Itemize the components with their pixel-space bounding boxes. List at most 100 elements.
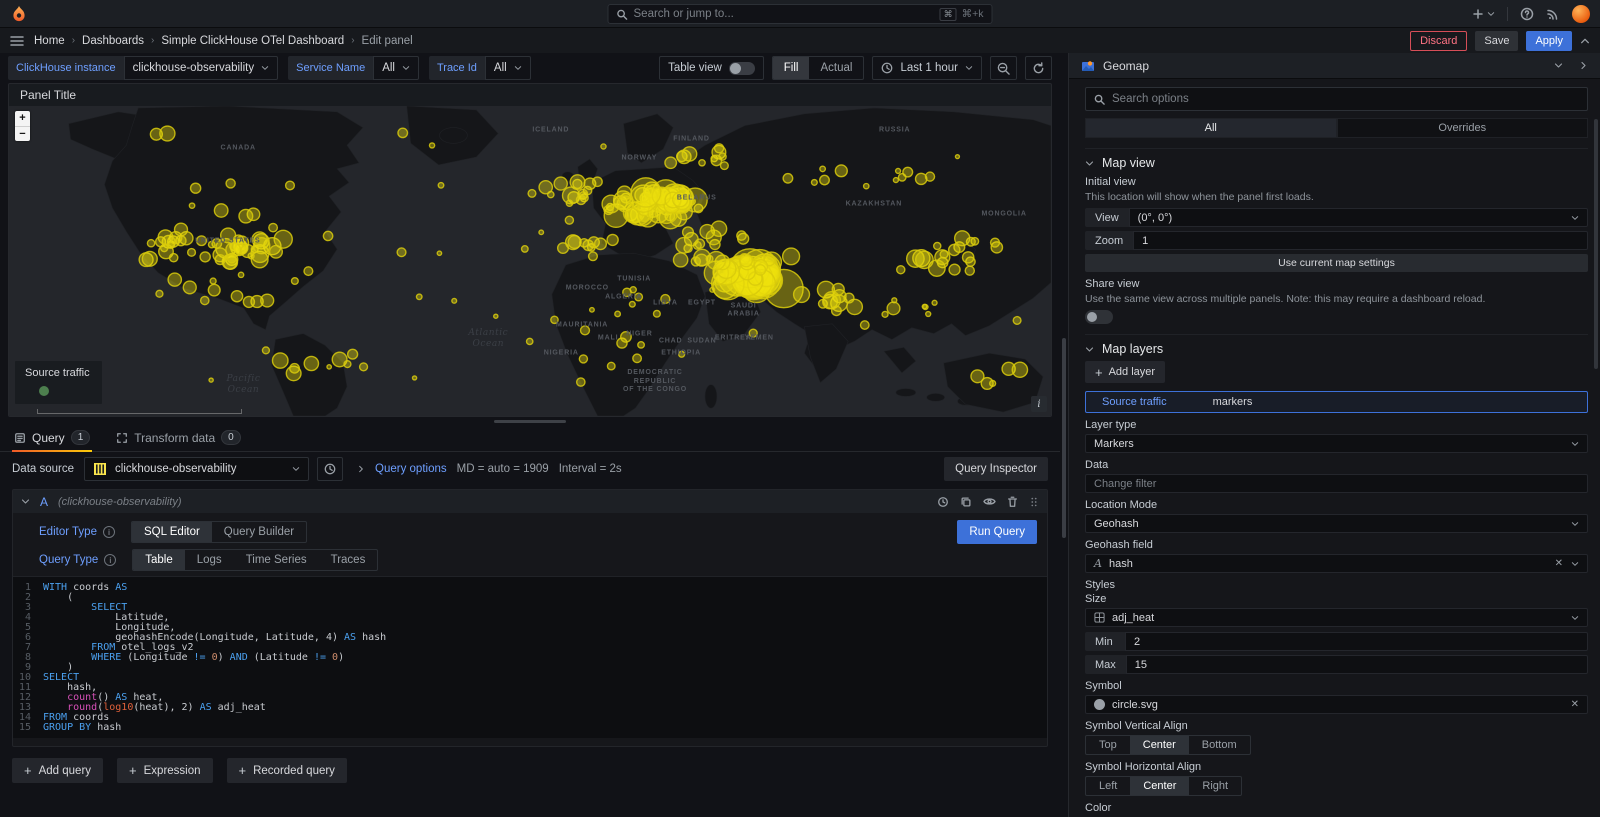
history-icon[interactable] <box>937 496 949 508</box>
save-button[interactable]: Save <box>1475 31 1518 51</box>
add-query-button[interactable]: + Add query <box>12 758 103 783</box>
geohash-field-value: hash <box>1109 558 1133 570</box>
query-row-header[interactable]: A (clickhouse-observability) <box>13 490 1047 513</box>
drag-handle-icon[interactable] <box>1029 496 1039 508</box>
geohash-field-select[interactable]: A hash ✕ <box>1085 554 1588 573</box>
breadcrumb-separator: › <box>151 35 154 46</box>
data-filter-input[interactable]: Change filter <box>1085 474 1588 493</box>
search-shortcut: ⌘+k <box>962 8 984 20</box>
display-mode-actual[interactable]: Actual <box>809 57 863 79</box>
clear-icon[interactable]: ✕ <box>1555 559 1563 569</box>
map-zoom-in-button[interactable]: + <box>15 111 30 126</box>
breadcrumb-dashboards[interactable]: Dashboards <box>82 35 144 47</box>
refresh-button[interactable] <box>1025 56 1052 80</box>
use-current-map-settings-button[interactable]: Use current map settings <box>1085 254 1588 272</box>
sha-right[interactable]: Right <box>1189 777 1241 795</box>
help-button[interactable] <box>1520 7 1534 21</box>
query-inspector-button[interactable]: Query Inspector <box>944 457 1048 481</box>
variable-trace-id[interactable]: Trace Id All <box>429 56 531 80</box>
query-type-timeseries[interactable]: Time Series <box>234 550 319 570</box>
query-type-logs[interactable]: Logs <box>185 550 234 570</box>
sha-center[interactable]: Center <box>1130 777 1189 795</box>
add-query-label: Add query <box>39 765 91 777</box>
editor-type-builder[interactable]: Query Builder <box>212 522 306 542</box>
eye-icon[interactable] <box>983 496 996 507</box>
chevron-down-icon[interactable] <box>1554 61 1563 70</box>
map-view-section-header[interactable]: Map view <box>1085 156 1588 170</box>
left-scrollbar[interactable] <box>1060 53 1068 817</box>
global-search[interactable]: Search or jump to... ⌘ ⌘+k <box>608 4 993 24</box>
grafana-logo[interactable] <box>10 5 28 23</box>
location-mode-select[interactable]: Geohash <box>1085 514 1588 533</box>
map-attribution-info[interactable]: i <box>1031 396 1047 412</box>
query-history-button[interactable] <box>317 457 343 481</box>
user-avatar[interactable] <box>1572 5 1590 23</box>
sva-top[interactable]: Top <box>1086 736 1130 754</box>
datasource-select[interactable]: clickhouse-observability <box>84 457 309 481</box>
table-view-switch[interactable] <box>729 62 755 75</box>
options-scrollbar[interactable] <box>1594 119 1598 369</box>
sha-left[interactable]: Left <box>1086 777 1130 795</box>
sva-bottom[interactable]: Bottom <box>1189 736 1250 754</box>
editor-type-sql[interactable]: SQL Editor <box>132 522 212 542</box>
add-layer-button[interactable]: + Add layer <box>1085 361 1165 383</box>
chevron-right-icon[interactable] <box>357 465 365 473</box>
add-new-button[interactable] <box>1472 8 1495 20</box>
chevron-down-icon[interactable] <box>21 497 30 506</box>
layer-row-source-traffic[interactable]: Source traffic markers <box>1085 391 1588 413</box>
tab-all[interactable]: All <box>1085 118 1337 138</box>
trash-icon[interactable] <box>1007 496 1018 508</box>
geomap-panel: Panel Title <box>8 83 1052 417</box>
menu-toggle[interactable] <box>10 35 24 47</box>
view-field-select[interactable]: (0°, 0°) <box>1129 208 1588 227</box>
world-map[interactable]: ICELANDRUSSIACANADANORWAYFINLANDBELARUSK… <box>9 106 1051 416</box>
run-query-button[interactable]: Run Query <box>957 520 1037 544</box>
table-view-toggle[interactable]: Table view <box>659 56 764 80</box>
tab-query[interactable]: Query 1 <box>12 430 92 451</box>
time-range-picker[interactable]: Last 1 hour <box>872 56 982 80</box>
discard-button[interactable]: Discard <box>1410 31 1467 51</box>
help-icon[interactable]: i <box>103 526 115 538</box>
zoom-field-input[interactable]: 1 <box>1133 231 1588 250</box>
sva-center[interactable]: Center <box>1130 736 1189 754</box>
map-zoom-out-button[interactable]: − <box>15 126 30 141</box>
recorded-query-button[interactable]: + Recorded query <box>227 758 347 783</box>
expression-button[interactable]: + Expression <box>117 758 212 783</box>
variable-service-name[interactable]: Service Name All <box>288 56 419 80</box>
share-view-switch[interactable] <box>1085 310 1113 324</box>
map-layers-section-header[interactable]: Map layers <box>1085 342 1588 356</box>
query-type-table[interactable]: Table <box>133 550 185 570</box>
zoom-out-time-button[interactable] <box>990 56 1017 80</box>
breadcrumb-home[interactable]: Home <box>34 35 65 47</box>
chevron-down-icon <box>1085 159 1094 168</box>
max-label: Max <box>1085 655 1126 674</box>
clear-icon[interactable]: ✕ <box>1571 700 1579 710</box>
layer-type-select[interactable]: Markers <box>1085 434 1588 453</box>
apply-button[interactable]: Apply <box>1526 31 1572 51</box>
query-options-link[interactable]: Query options <box>375 463 447 475</box>
tab-transform-data[interactable]: Transform data 0 <box>114 430 242 451</box>
max-input[interactable]: 15 <box>1126 655 1588 674</box>
datasource-value: clickhouse-observability <box>115 463 236 475</box>
chevron-down-icon <box>1571 614 1579 622</box>
query-type-traces[interactable]: Traces <box>319 550 378 570</box>
size-label: Size <box>1085 593 1588 605</box>
chevron-right-icon[interactable] <box>1579 61 1588 70</box>
breadcrumb-dashboard-name[interactable]: Simple ClickHouse OTel Dashboard <box>161 35 344 47</box>
duplicate-icon[interactable] <box>960 496 972 508</box>
help-icon[interactable]: i <box>104 554 116 566</box>
collapse-chevron-icon[interactable] <box>1580 36 1590 46</box>
circle-symbol-icon <box>1094 699 1105 710</box>
symbol-select[interactable]: circle.svg ✕ <box>1085 695 1588 714</box>
display-mode-fill[interactable]: Fill <box>773 57 810 79</box>
tab-overrides[interactable]: Overrides <box>1337 118 1589 138</box>
sql-editor[interactable]: 1WITH coords AS2 (3 SELECT4 Latitude,5 L… <box>13 576 1047 738</box>
variable-clickhouse-instance[interactable]: ClickHouse instance clickhouse-observabi… <box>8 56 278 80</box>
min-input[interactable]: 2 <box>1125 632 1588 651</box>
datasource-label: Data source <box>12 463 74 475</box>
size-field-select[interactable]: adj_heat <box>1085 608 1588 627</box>
news-button[interactable] <box>1546 7 1560 21</box>
panel-resize-handle[interactable] <box>494 420 566 423</box>
panel-header[interactable]: Panel Title <box>9 84 1051 106</box>
options-search-input[interactable]: Search options <box>1085 87 1588 111</box>
